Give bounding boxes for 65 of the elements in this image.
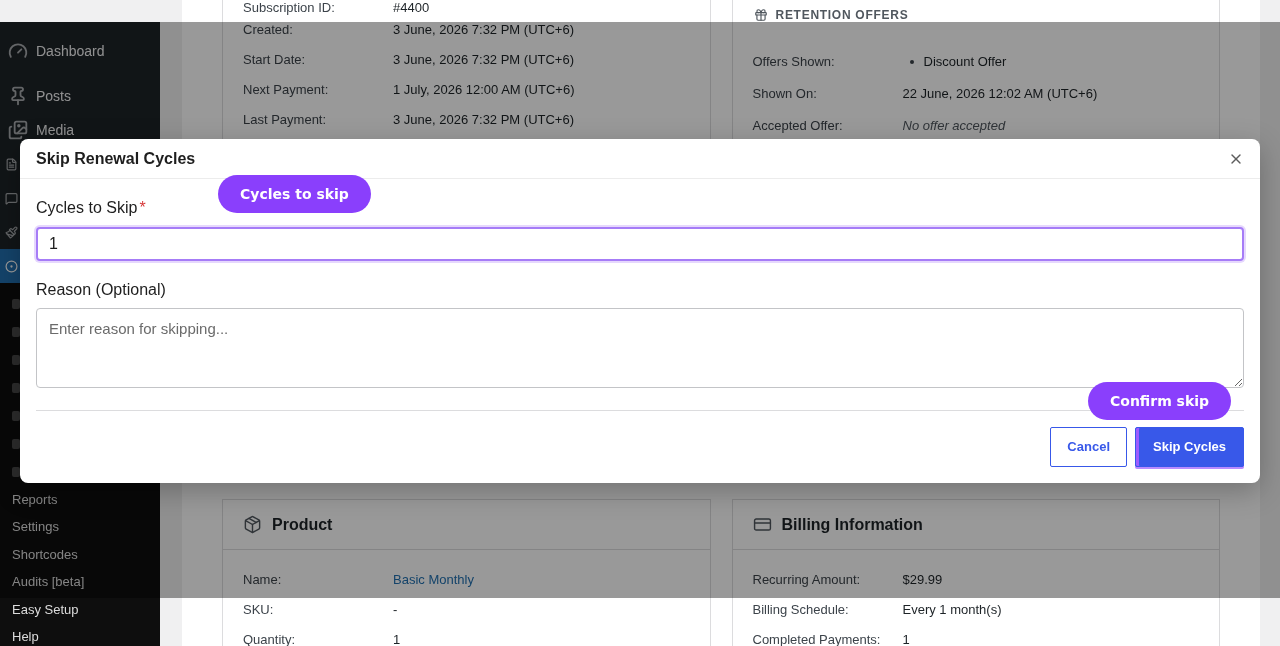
submenu-item[interactable]: Settings [12,519,59,536]
submenu-item[interactable]: Audits [beta] [12,574,85,591]
row-label: Created: [243,21,294,40]
images-icon [8,120,28,140]
label-fragment [12,439,20,449]
row-label: Subscription ID: [243,0,336,17]
row-value: 1 July, 2026 12:00 AM (UTC+6) [393,81,575,100]
package-icon [243,515,262,534]
document-icon [5,157,18,171]
row-label: SKU: [243,601,275,620]
field-label: Cycles to Skip* [36,198,146,218]
card-title: Billing Information [781,514,923,535]
gauge-icon [8,41,28,61]
skip-cycles-button[interactable]: Skip Cycles [1135,427,1244,467]
sidebar-item[interactable]: Posts [8,79,71,113]
submenu-item[interactable]: Shortcodes [12,546,78,563]
row-value: No offer accepted [902,117,1006,136]
pushpin-icon [8,86,28,106]
speech-bubble-icon [5,191,18,205]
label-fragment [12,467,20,477]
row-label: Start Date: [243,51,307,70]
row-value: 3 June, 2026 7:32 PM (UTC+6) [393,111,574,130]
row-label: Offers Shown: [752,53,836,72]
bullet-icon [909,60,914,64]
row-label: Billing Schedule: [752,601,850,620]
gift-icon [753,8,768,22]
credit-card-icon [752,515,772,534]
label-fragment [12,299,20,309]
paintbrush-icon [5,225,18,239]
row-value: Every 1 month(s) [902,601,1002,620]
row-label: Accepted Offer: [752,117,844,136]
row-value: #4400 [393,0,430,17]
label-fragment [12,383,20,393]
cancel-button[interactable]: Cancel [1050,427,1127,467]
row-label: Shown On: [752,85,818,104]
field-label: Reason (Optional) [36,280,166,300]
label-fragment [12,411,20,421]
card-title: RETENTION OFFERS [775,7,909,24]
callout-label: Cycles to skip [218,175,371,213]
row-value: $29.99 [902,571,943,590]
row-value: - [393,601,398,620]
row-value: Discount Offer [923,53,1007,72]
product-link[interactable]: Basic Monthly [393,570,474,590]
reason-textarea[interactable]: Enter reason for skipping... [36,308,1244,388]
dialog-title: Skip Renewal Cycles [36,148,196,169]
row-label: Name: [243,571,283,590]
row-label: Recurring Amount: [752,571,862,590]
card-title: Product [272,514,333,535]
circle-icon [5,259,18,273]
cycles-input[interactable]: 1 [36,227,1244,261]
submenu-item[interactable]: Easy Setup [12,601,79,618]
row-label: Last Payment: [243,111,328,130]
label-fragment [12,355,20,365]
row-value: 22 June, 2026 12:02 AM (UTC+6) [902,85,1098,104]
row-value: 1 [902,631,910,646]
submenu-item[interactable]: Help [12,629,39,646]
sidebar-item[interactable]: Dashboard [8,34,105,68]
row-value: 3 June, 2026 7:32 PM (UTC+6) [393,51,574,70]
row-label: Next Payment: [243,81,330,100]
label-fragment [12,327,20,337]
submenu-item[interactable]: Reports [12,491,58,508]
row-value: 3 June, 2026 7:32 PM (UTC+6) [393,21,574,40]
sidebar-item[interactable]: Media [8,113,75,147]
callout-label: Confirm skip [1088,382,1232,420]
row-value: 1 [393,631,401,646]
